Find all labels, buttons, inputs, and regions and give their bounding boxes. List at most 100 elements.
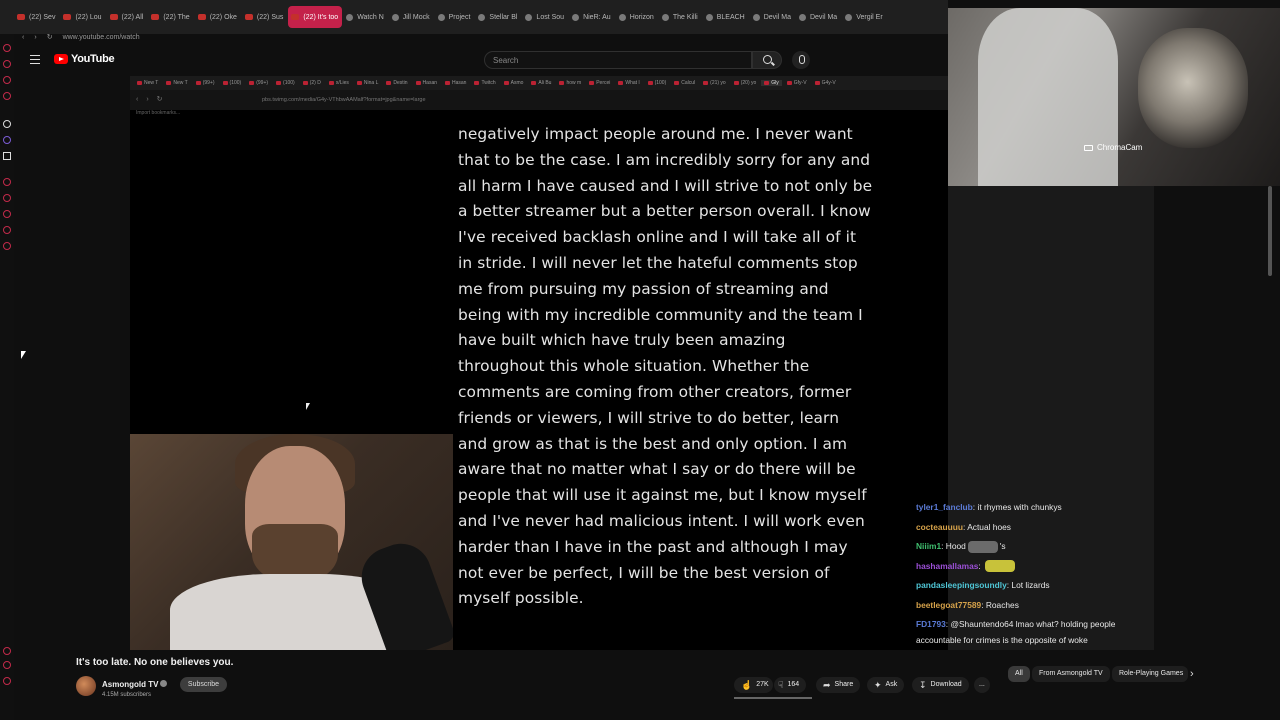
rail-icon[interactable] — [3, 178, 11, 186]
channel-info[interactable]: Asmongold TV 4.15M subscribers — [76, 674, 168, 698]
browser-tab[interactable]: (22) It's too — [288, 6, 343, 28]
tab-favicon-icon — [166, 81, 172, 85]
captured-tab-label: (99+) — [256, 80, 269, 86]
chromacam-figure — [978, 8, 1118, 186]
chat-username[interactable]: beetlegoat77589 — [916, 600, 981, 610]
address-bar[interactable]: ‹ › ↻ www.youtube.com/watch — [14, 30, 948, 44]
share-button[interactable]: ➦ Share — [816, 677, 861, 693]
hamburger-menu-icon[interactable] — [30, 55, 40, 64]
browser-tab[interactable]: BLEACH — [703, 6, 749, 28]
browser-tab[interactable]: Watch N — [343, 6, 388, 28]
download-button[interactable]: ↧ Download — [912, 677, 969, 693]
browser-tab-label: NieR: Au — [583, 13, 611, 21]
emote-icon — [985, 560, 1016, 573]
rail-icon[interactable] — [3, 76, 11, 84]
chat-username[interactable]: Niiim1 — [916, 541, 941, 551]
browser-tab[interactable]: (22) Sus — [242, 6, 287, 28]
browser-tab-label: Jill Mock — [402, 13, 430, 21]
browser-side-rail — [0, 34, 14, 720]
rail-icon[interactable] — [3, 44, 11, 52]
x-icon[interactable] — [3, 152, 11, 160]
tab-favicon-icon — [674, 81, 680, 85]
captured-tab-label: G4y-V — [821, 80, 836, 86]
search-icon[interactable] — [752, 51, 782, 69]
browser-tab[interactable]: NieR: Au — [569, 6, 615, 28]
rail-icon[interactable] — [3, 92, 11, 100]
browser-tab[interactable]: (22) Oke — [195, 6, 241, 28]
search-input[interactable]: Search — [484, 51, 752, 69]
url-text[interactable]: www.youtube.com/watch — [63, 34, 140, 41]
microphone-icon[interactable] — [792, 51, 810, 69]
browser-tab[interactable]: (22) All — [107, 6, 148, 28]
like-button[interactable]: ☝ 27K — [734, 677, 773, 693]
filter-chip[interactable]: From Asmongold TV — [1032, 666, 1110, 682]
captured-tab-label: (100) — [229, 80, 242, 86]
chat-text: Actual hoes — [967, 521, 1011, 532]
filter-chip[interactable]: All — [1008, 666, 1030, 682]
like-count: 27K — [756, 681, 769, 688]
captured-tab: Destin — [383, 80, 410, 86]
chat-message: tyler1_fanclub: it rhymes with chunkys — [916, 498, 1154, 518]
thumbs-down-icon: ☟ — [778, 680, 784, 690]
browser-tab-label: Watch N — [357, 13, 384, 21]
browser-tab[interactable]: Project — [435, 6, 475, 28]
captured-tab: how m — [556, 80, 584, 86]
sparkle-icon: ✦ — [874, 680, 882, 690]
chat-username[interactable]: hashamallamas — [916, 561, 978, 571]
streamer-webcam — [130, 434, 453, 650]
chat-username[interactable]: FD1793 — [916, 619, 946, 629]
dislike-button[interactable]: ☟ 164 — [774, 677, 807, 693]
avatar[interactable] — [76, 676, 96, 696]
channel-name[interactable]: Asmongold TV — [102, 680, 158, 689]
tab-favicon-icon — [531, 81, 537, 85]
browser-tab[interactable]: Lost Sou — [522, 6, 568, 28]
ask-button[interactable]: ✦ Ask — [867, 677, 905, 693]
twitch-icon[interactable] — [3, 136, 11, 144]
chromacam-overlay: ChromaCam — [948, 8, 1280, 186]
rail-icon[interactable] — [3, 120, 11, 128]
youtube-play-icon — [54, 54, 68, 64]
browser-tab[interactable]: Devil Ma — [796, 6, 841, 28]
chat-username[interactable]: pandasleepingsoundly — [916, 580, 1007, 590]
chat-username[interactable]: cocteauuuu — [916, 522, 963, 532]
rail-icon[interactable] — [3, 194, 11, 202]
browser-tab[interactable]: The Killi — [659, 6, 702, 28]
browser-tab[interactable]: Jill Mock — [389, 6, 434, 28]
video-player[interactable]: New T New T (99+) (100) (99+) (100) (2) D x/Lie… — [130, 76, 948, 650]
tab-favicon-icon — [503, 81, 509, 85]
chat-message: Niiim1: Hood's — [916, 537, 1154, 557]
reload-icon[interactable]: ↻ — [47, 33, 53, 41]
captured-tab-label: New T — [144, 80, 159, 86]
back-icon[interactable]: ‹ — [22, 34, 24, 41]
subscribe-button[interactable]: Subscribe — [180, 677, 227, 692]
captured-tab-label: Twitch — [481, 80, 496, 86]
youtube-logo[interactable]: YouTube — [54, 53, 115, 65]
chat-username[interactable]: tyler1_fanclub — [916, 502, 973, 512]
browser-tab[interactable]: (22) Sev — [14, 6, 59, 28]
tab-favicon-icon — [17, 14, 25, 20]
rail-icon[interactable] — [3, 647, 11, 655]
rail-icon[interactable] — [3, 60, 11, 68]
chevron-right-icon[interactable]: › — [1190, 666, 1204, 682]
browser-tab[interactable]: Horizon — [616, 6, 658, 28]
browser-tab[interactable]: Devil Ma — [750, 6, 795, 28]
captured-tab: Hasan — [442, 80, 469, 86]
forward-icon[interactable]: › — [34, 34, 36, 41]
rail-icon[interactable] — [3, 661, 11, 669]
browser-tab[interactable]: Vergil Er — [842, 6, 886, 28]
rail-icon[interactable] — [3, 242, 11, 250]
scrollbar[interactable] — [1268, 186, 1272, 276]
rail-icon[interactable] — [3, 677, 11, 685]
filter-chip[interactable]: Role-Playing Games — [1112, 666, 1188, 682]
more-actions-button[interactable]: ... — [974, 677, 990, 693]
tab-favicon-icon — [845, 13, 853, 21]
tab-favicon-icon — [572, 13, 580, 21]
browser-tab[interactable]: (22) Lou — [60, 6, 105, 28]
tab-favicon-icon — [302, 81, 308, 85]
rail-icon[interactable] — [3, 226, 11, 234]
browser-tab[interactable]: Stellar Bl — [475, 6, 521, 28]
browser-tab[interactable]: (22) The — [148, 6, 193, 28]
chat-message: pandasleepingsoundly: Lot lizards — [916, 576, 1154, 596]
tab-favicon-icon — [346, 13, 354, 21]
rail-icon[interactable] — [3, 210, 11, 218]
